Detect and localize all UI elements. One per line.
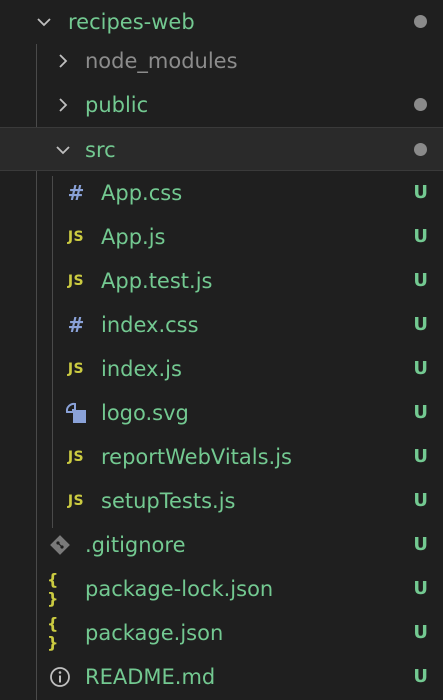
folder-label: node_modules [85,49,238,73]
folder-label: recipes-web [68,10,195,34]
json-braces-icon: { } [47,614,60,652]
untracked-badge: U [413,534,428,555]
svg-image-icon [63,391,89,435]
untracked-badge: U [413,358,428,379]
file-label: logo.svg [101,401,189,425]
file-index-js[interactable]: JS index.js U [0,347,443,391]
file-label: setupTests.js [101,489,236,513]
file-label: package-lock.json [85,577,274,601]
file-app-js[interactable]: JS App.js U [0,215,443,259]
file-logo-svg[interactable]: logo.svg U [0,391,443,435]
file-app-test-js[interactable]: JS App.test.js U [0,259,443,303]
file-app-css[interactable]: # App.css U [0,171,443,215]
file-report-web-vitals-js[interactable]: JS reportWebVitals.js U [0,435,443,479]
modified-dot [414,15,427,28]
untracked-badge: U [413,446,428,467]
folder-recipes-web[interactable]: recipes-web [0,0,443,44]
file-index-css[interactable]: # index.css U [0,303,443,347]
js-file-icon: JS [67,273,85,289]
folder-label: public [85,93,149,117]
untracked-badge: U [413,578,428,599]
js-file-icon: JS [67,449,85,465]
modified-dot [414,143,427,156]
css-hash-icon: # [67,181,85,205]
file-setup-tests-js[interactable]: JS setupTests.js U [0,479,443,523]
file-label: App.js [101,225,166,249]
file-package-lock-json[interactable]: { } package-lock.json U [0,567,443,611]
json-braces-icon: { } [47,570,60,608]
untracked-badge: U [413,402,428,423]
js-file-icon: JS [67,493,85,509]
untracked-badge: U [413,182,428,203]
file-explorer: recipes-web node_modules public src # Ap… [0,0,443,700]
file-readme-md[interactable]: README.md U [0,655,443,699]
file-label: App.test.js [101,269,213,293]
file-label: reportWebVitals.js [101,445,292,469]
untracked-badge: U [413,490,428,511]
info-icon [47,655,73,699]
file-label: index.css [101,313,199,337]
folder-label: src [85,138,116,162]
file-label: .gitignore [85,533,186,557]
modified-dot [414,98,427,111]
untracked-badge: U [413,622,428,643]
untracked-badge: U [413,314,428,335]
js-file-icon: JS [67,361,85,377]
chevron-right-icon [52,39,74,83]
js-file-icon: JS [67,229,85,245]
untracked-badge: U [413,226,428,247]
file-label: index.js [101,357,182,381]
folder-public[interactable]: public [0,83,443,127]
file-package-json[interactable]: { } package.json U [0,611,443,655]
chevron-right-icon [52,83,74,127]
file-gitignore[interactable]: .gitignore U [0,523,443,567]
untracked-badge: U [413,270,428,291]
folder-node-modules[interactable]: node_modules [0,39,443,83]
untracked-badge: U [413,666,428,687]
chevron-down-icon [52,128,74,172]
file-label: package.json [85,621,224,645]
file-label: README.md [85,665,216,689]
file-label: App.css [101,181,183,205]
git-icon [47,523,73,567]
folder-src[interactable]: src [0,127,443,171]
chevron-down-icon [33,0,55,44]
css-hash-icon: # [67,313,85,337]
